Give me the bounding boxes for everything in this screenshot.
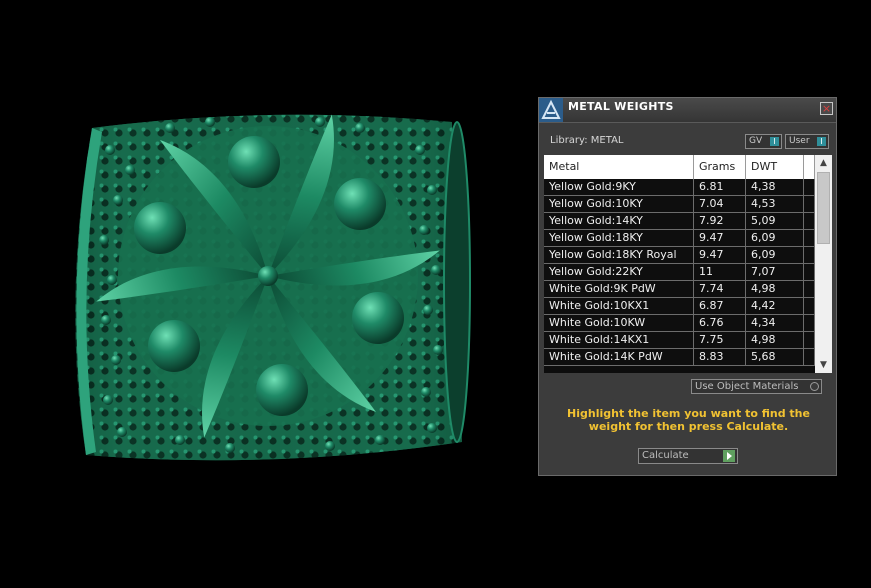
table-body: Yellow Gold:9KY 6.81 4,38 Yellow Gold:10KY 7…: [544, 179, 815, 366]
metal-table: Metal Grams DWT Yellow Gold:9KY 6.81 4,38 Y…: [544, 155, 832, 373]
dwt-cell: 7,07: [746, 264, 804, 280]
calculate-button[interactable]: Calculate: [638, 448, 738, 464]
metal-cell: Yellow Gold:9KY: [544, 179, 694, 195]
table-row[interactable]: White Gold:10KX1 6.87 4,42: [544, 298, 815, 315]
spacer-cell: [804, 349, 815, 365]
grams-cell: 8.83: [694, 349, 746, 365]
spacer-cell: [804, 332, 815, 348]
grams-cell: 11: [694, 264, 746, 280]
dwt-cell: 4,98: [746, 332, 804, 348]
spacer-cell: [804, 247, 815, 263]
metal-cell: Yellow Gold:10KY: [544, 196, 694, 212]
user-toggle-knob: I: [817, 137, 826, 146]
table-row[interactable]: Yellow Gold:14KY 7.92 5,09: [544, 213, 815, 230]
grams-cell: 6.76: [694, 315, 746, 331]
dwt-cell: 5,68: [746, 349, 804, 365]
grams-cell: 9.47: [694, 247, 746, 263]
spacer-cell: [804, 230, 815, 246]
grams-cell: 9.47: [694, 230, 746, 246]
metal-cell: Yellow Gold:18KY Royal: [544, 247, 694, 263]
use-object-materials-option[interactable]: Use Object Materials: [691, 379, 822, 394]
dwt-cell: 4,98: [746, 281, 804, 297]
metal-cell: White Gold:14KX1: [544, 332, 694, 348]
dwt-cell: 4,53: [746, 196, 804, 212]
instruction-text: Highlight the item you want to find the …: [567, 407, 810, 433]
dwt-cell: 4,42: [746, 298, 804, 314]
ring-model-render: [75, 114, 471, 461]
calculate-label: Calculate: [642, 450, 689, 461]
user-toggle[interactable]: User I: [785, 134, 829, 149]
dwt-cell: 4,34: [746, 315, 804, 331]
metal-cell: White Gold:14K PdW: [544, 349, 694, 365]
dwt-cell: 4,38: [746, 179, 804, 195]
table-row[interactable]: Yellow Gold:9KY 6.81 4,38: [544, 179, 815, 196]
dwt-cell: 6,09: [746, 230, 804, 246]
dwt-cell: 5,09: [746, 213, 804, 229]
column-header-grams[interactable]: Grams: [694, 155, 746, 179]
column-header-dwt[interactable]: DWT: [746, 155, 804, 179]
gv-toggle-knob: I: [770, 137, 779, 146]
grams-cell: 7.92: [694, 213, 746, 229]
metal-cell: Yellow Gold:22KY: [544, 264, 694, 280]
spacer-cell: [804, 264, 815, 280]
grams-cell: 6.81: [694, 179, 746, 195]
metal-cell: Yellow Gold:14KY: [544, 213, 694, 229]
scroll-down-icon[interactable]: ▼: [815, 357, 832, 373]
panel-title: METAL WEIGHTS: [568, 100, 674, 113]
app-logo-icon: [539, 98, 563, 122]
spacer-cell: [804, 196, 815, 212]
grams-cell: 6.87: [694, 298, 746, 314]
metal-cell: Yellow Gold:18KY: [544, 230, 694, 246]
spacer-cell: [804, 179, 815, 195]
panel-titlebar[interactable]: METAL WEIGHTS ×: [539, 98, 836, 123]
table-row[interactable]: Yellow Gold:18KY 9.47 6,09: [544, 230, 815, 247]
grams-cell: 7.75: [694, 332, 746, 348]
play-arrow-icon: [723, 450, 735, 462]
close-button[interactable]: ×: [820, 102, 833, 115]
table-row[interactable]: White Gold:14K PdW 8.83 5,68: [544, 349, 815, 366]
spacer-cell: [804, 315, 815, 331]
table-row[interactable]: White Gold:14KX1 7.75 4,98: [544, 332, 815, 349]
3d-viewport[interactable]: [0, 0, 530, 588]
table-row[interactable]: Yellow Gold:18KY Royal 9.47 6,09: [544, 247, 815, 264]
dwt-cell: 6,09: [746, 247, 804, 263]
table-row[interactable]: Yellow Gold:10KY 7.04 4,53: [544, 196, 815, 213]
metal-cell: White Gold:10KW: [544, 315, 694, 331]
use-object-materials-label: Use Object Materials: [695, 381, 799, 392]
gv-toggle-label: GV: [749, 136, 763, 146]
library-label: Library: METAL: [550, 135, 624, 146]
user-toggle-label: User: [789, 136, 810, 146]
table-row[interactable]: White Gold:9K PdW 7.74 4,98: [544, 281, 815, 298]
table-scrollbar[interactable]: ▲ ▼: [815, 155, 832, 373]
scroll-up-icon[interactable]: ▲: [815, 155, 832, 171]
table-row[interactable]: White Gold:10KW 6.76 4,34: [544, 315, 815, 332]
table-header: Metal Grams DWT: [544, 155, 815, 179]
scroll-thumb[interactable]: [817, 172, 830, 244]
metal-weights-panel: METAL WEIGHTS × Library: METAL GV I User…: [538, 97, 837, 476]
grams-cell: 7.74: [694, 281, 746, 297]
spacer-cell: [804, 281, 815, 297]
column-header-metal[interactable]: Metal: [544, 155, 694, 179]
use-object-materials-radio[interactable]: [810, 382, 819, 391]
table-row[interactable]: Yellow Gold:22KY 11 7,07: [544, 264, 815, 281]
metal-cell: White Gold:10KX1: [544, 298, 694, 314]
spacer-cell: [804, 213, 815, 229]
metal-cell: White Gold:9K PdW: [544, 281, 694, 297]
grams-cell: 7.04: [694, 196, 746, 212]
column-header-spacer: [804, 155, 815, 179]
spacer-cell: [804, 298, 815, 314]
gv-toggle[interactable]: GV I: [745, 134, 782, 149]
